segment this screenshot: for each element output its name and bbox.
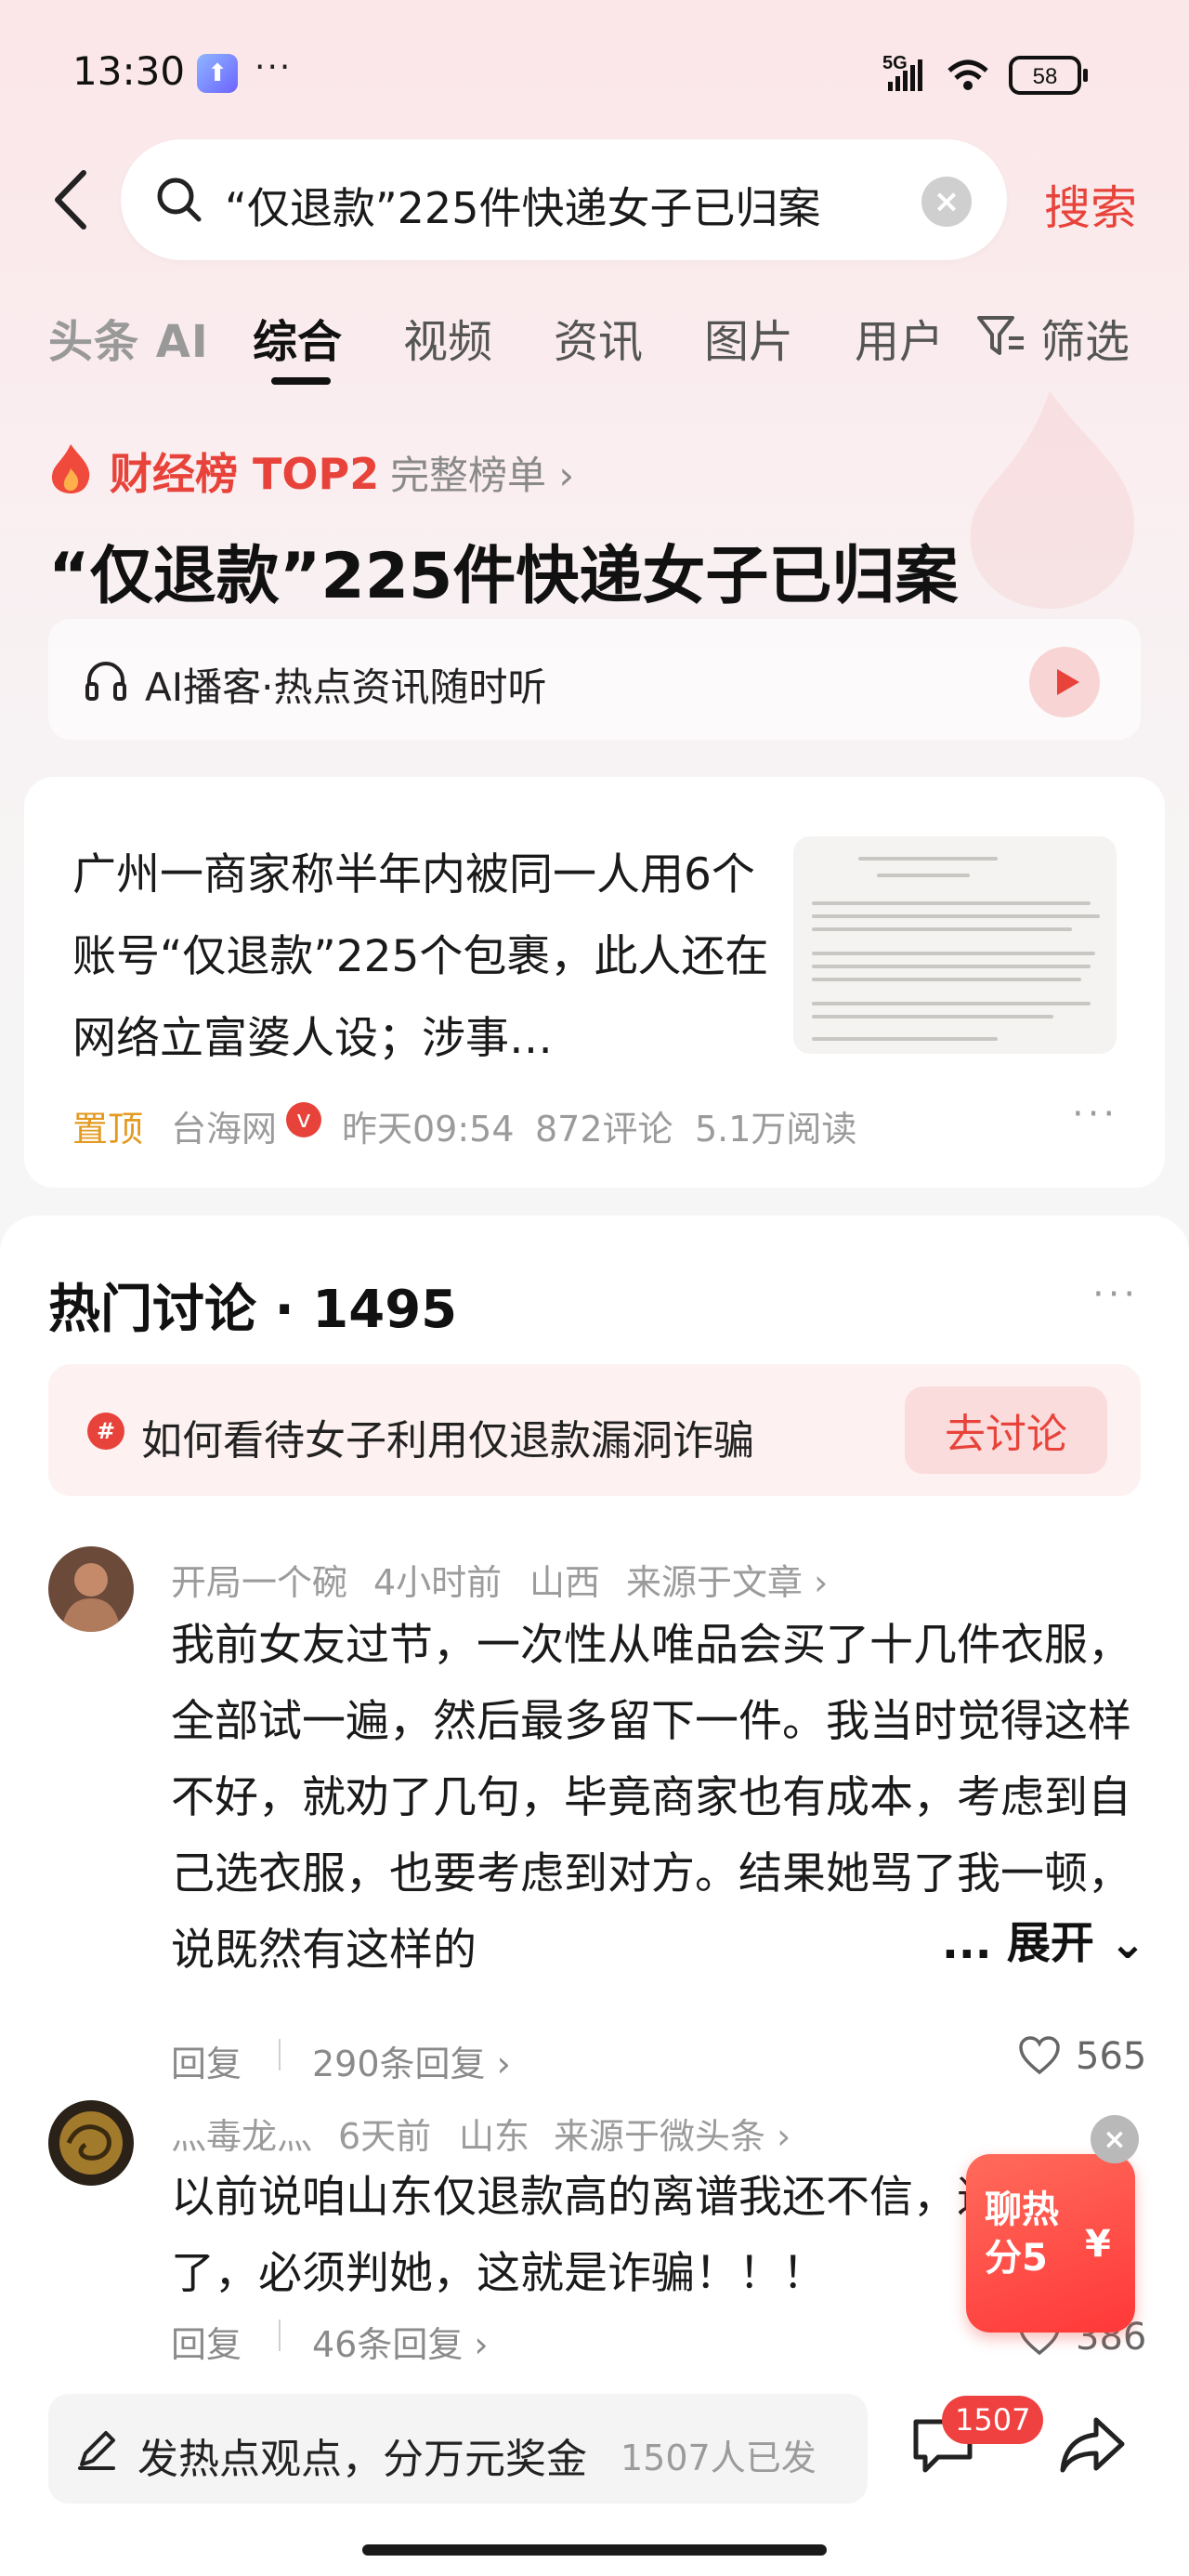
- comment-time: 4小时前: [373, 1562, 503, 1603]
- avatar[interactable]: [48, 1546, 134, 1632]
- tab-video[interactable]: 视频: [403, 305, 492, 370]
- tab-images[interactable]: 图片: [704, 305, 793, 370]
- discussion-more-icon[interactable]: ···: [1092, 1273, 1139, 1316]
- compose-opinion-input[interactable]: 发热点观点，分万元奖金 1507人已发: [48, 2394, 868, 2504]
- bottom-action-bar: 发热点观点，分万元奖金 1507人已发 1507: [0, 2375, 1189, 2576]
- compose-label: 发热点观点，分万元奖金: [137, 2436, 587, 2483]
- headphone-icon: [85, 662, 126, 701]
- reply-count-link[interactable]: 46条回复 ›: [312, 2316, 489, 2367]
- clear-icon[interactable]: ×: [921, 177, 972, 227]
- comment-username[interactable]: 开局一个碗: [171, 1554, 347, 1605]
- go-discuss-button[interactable]: 去讨论: [905, 1387, 1107, 1474]
- pen-icon: [78, 2431, 115, 2470]
- comment-region: 山东: [459, 2116, 530, 2157]
- article-comment-count: 872评论: [535, 1109, 673, 1150]
- tab-news[interactable]: 资讯: [554, 305, 643, 370]
- battery-level: 58: [1033, 64, 1058, 89]
- divider: [279, 2039, 281, 2070]
- status-indicators: 5G 58: [882, 53, 1088, 95]
- article-source[interactable]: 台海网: [171, 1100, 277, 1151]
- play-icon: [1057, 669, 1079, 695]
- comment-time: 6天前: [338, 2116, 432, 2157]
- share-icon[interactable]: [1059, 2414, 1126, 2476]
- comment-source[interactable]: 来源于文章 ›: [626, 1554, 828, 1605]
- reply-button[interactable]: 回复: [171, 2316, 242, 2367]
- ai-podcast-bar[interactable]: AI播客·热点资讯随时听: [48, 619, 1141, 740]
- tab-comprehensive[interactable]: 综合: [253, 305, 342, 370]
- rank-label: 财经榜 TOP2: [110, 449, 380, 499]
- hot-chat-promo-widget[interactable]: 聊热 分5 ¥: [966, 2154, 1135, 2333]
- article-read-count: 5.1万阅读: [695, 1109, 857, 1150]
- like-count: 565: [1076, 2035, 1147, 2078]
- more-icon[interactable]: ···: [1072, 1093, 1118, 1136]
- hashtag-icon: #: [87, 1413, 124, 1450]
- page-title: “仅退款”225件快递女子已归案: [48, 540, 959, 613]
- discussion-topic[interactable]: # 如何看待女子利用仅退款漏洞诈骗 去讨论: [48, 1364, 1141, 1496]
- yen-icon: ¥: [1085, 2223, 1111, 2266]
- topic-text: 如何看待女子利用仅退款漏洞诈骗: [141, 1417, 754, 1465]
- reply-count-link[interactable]: 290条回复 ›: [312, 2035, 511, 2086]
- active-tab-indicator: [271, 377, 331, 385]
- reply-button[interactable]: 回复: [171, 2035, 242, 2086]
- article-card[interactable]: 广州一商家称半年内被同一人用6个账号“仅退款”225个包裹，此人还在网络立富婆人…: [24, 777, 1165, 1188]
- search-query: “仅退款”225件快递女子已归案: [225, 183, 821, 233]
- app-notification-icon: ⬆: [197, 54, 238, 93]
- home-indicator: [362, 2544, 827, 2556]
- article-thumbnail: [793, 836, 1117, 1054]
- tab-users[interactable]: 用户: [855, 305, 944, 370]
- article-title[interactable]: 广州一商家称半年内被同一人用6个账号“仅退款”225个包裹，此人还在网络立富婆人…: [72, 835, 778, 1080]
- comment-region: 山西: [529, 1562, 601, 1603]
- avatar[interactable]: [48, 2100, 134, 2186]
- flame-icon: [51, 444, 90, 493]
- hot-discussion-panel: 热门讨论 · 1495 ··· # 如何看待女子利用仅退款漏洞诈骗 去讨论 开局…: [0, 1216, 1189, 2576]
- pinned-label: 置顶: [72, 1109, 144, 1150]
- filter-icon[interactable]: [975, 310, 1026, 361]
- discussion-title: 热门讨论 · 1495: [48, 1280, 458, 1340]
- comment-source[interactable]: 来源于微头条 ›: [554, 2108, 790, 2159]
- status-more-icon: ···: [255, 48, 293, 86]
- podcast-label: AI播客·热点资讯随时听: [145, 664, 547, 710]
- search-button[interactable]: 搜索: [1044, 171, 1137, 238]
- flame-watermark-icon: [970, 390, 1135, 609]
- compose-count: 1507人已发: [621, 2438, 817, 2478]
- network-type-label: 5G: [882, 53, 908, 73]
- back-icon[interactable]: [45, 167, 100, 232]
- tab-toutiao-ai[interactable]: 头条 AI: [48, 305, 209, 370]
- comment-count-badge: 1507: [942, 2396, 1044, 2444]
- full-ranking-link[interactable]: 完整榜单 ›: [390, 444, 574, 501]
- divider: [279, 2320, 281, 2351]
- search-input[interactable]: “仅退款”225件快递女子已归案 ×: [121, 139, 1007, 260]
- expand-button[interactable]: ... 展开 ⌄: [933, 1907, 1146, 1971]
- status-time: 13:30: [72, 48, 186, 94]
- play-button[interactable]: [1029, 647, 1100, 717]
- comment-username[interactable]: 灬毒龙灬: [171, 2108, 312, 2159]
- close-icon[interactable]: ×: [1091, 2115, 1139, 2163]
- search-icon: [157, 177, 202, 222]
- verified-icon: v: [286, 1102, 321, 1137]
- tab-filter[interactable]: 筛选: [1040, 305, 1130, 370]
- article-time: 昨天09:54: [342, 1109, 515, 1150]
- like-icon[interactable]: [1018, 2035, 1061, 2076]
